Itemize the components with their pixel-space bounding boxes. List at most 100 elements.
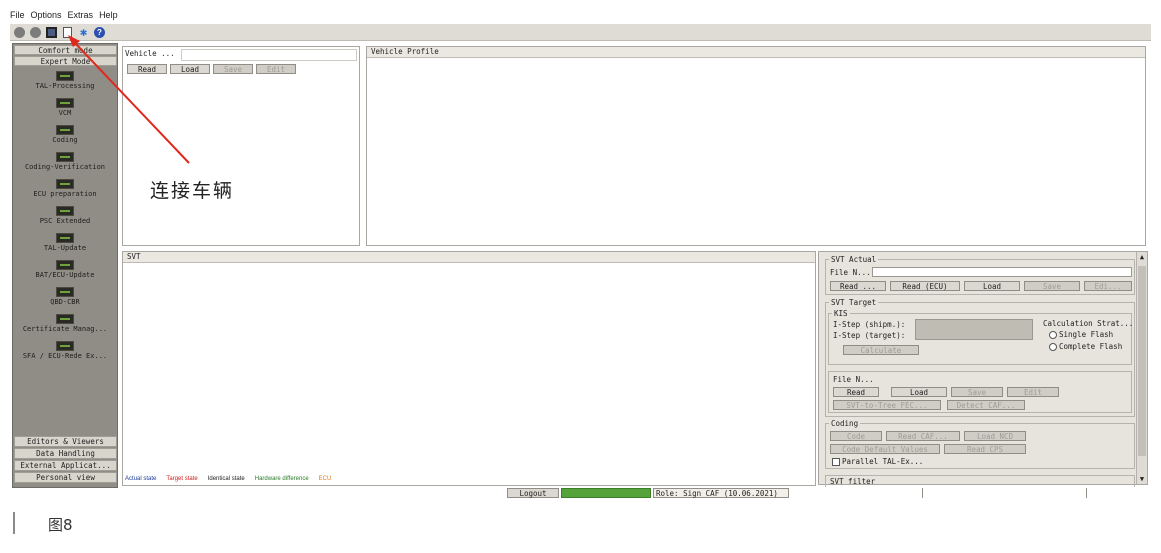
legend-identical-state: Identical state [207,476,245,482]
sidebar-item-certificate-management[interactable]: Certificate Manag... [13,314,117,333]
state-legend: Actual state Target state Identical stat… [125,476,331,482]
parallel-tal-checkbox[interactable] [832,458,840,466]
module-icon [56,233,74,243]
vehicle-read-button[interactable]: Read [127,64,167,74]
document-icon[interactable] [61,26,74,39]
menu-file[interactable]: File [10,10,25,24]
role-label: Role: Sign CAF (10.06.2021) [653,488,789,498]
right-panel-scrollbar[interactable]: ▲ ▼ [1136,252,1147,484]
svt-actual-read-button[interactable]: Read ... [830,281,886,291]
module-icon [56,341,74,351]
expert-mode-button[interactable]: Expert Mode [14,56,117,66]
complete-flash-radio[interactable] [1049,343,1057,351]
istep-field[interactable] [915,319,1033,340]
code-button[interactable]: Code [830,431,882,441]
svt-target-file-label: File N... [833,375,874,384]
svt-to-tree-button[interactable]: SVT-to-Tree FEC... [833,400,941,410]
parallel-tal-label: Parallel TAL-Ex... [842,457,924,466]
svt-actual-read-ecu-button[interactable]: Read (ECU) [890,281,960,291]
sidebar-item-coding[interactable]: Coding [13,125,117,144]
connect-vehicle-icon[interactable] [45,26,58,39]
sidebar-item-sfa-ecu[interactable]: SFA / ECU-Rede Ex... [13,341,117,360]
calculate-button[interactable]: Calculate [843,345,919,355]
sidebar-item-vcm[interactable]: VCM [13,98,117,117]
read-caf-button[interactable]: Read CAF... [886,431,960,441]
status-icon[interactable] [29,26,42,39]
sidebar-item-bat-ecu-update[interactable]: BAT/ECU-Update [13,260,117,279]
load-ncd-button[interactable]: Load NCD [964,431,1026,441]
star-icon[interactable]: ✱ [77,26,90,39]
vehicle-label: Vehicle ... [125,49,175,58]
legend-ecu: ECU [318,476,332,482]
status-bar: Logout Role: Sign CAF (10.06.2021) [10,488,1151,499]
menu-extras[interactable]: Extras [68,10,94,24]
status-divider [922,488,923,498]
svt-actual-edit-button[interactable]: Edi... [1084,281,1132,291]
svt-actual-file-label: File N... [830,268,871,277]
scroll-thumb[interactable] [1138,266,1146,456]
connection-status-indicator [561,488,651,498]
sidebar-item-tal-update[interactable]: TAL-Update [13,233,117,252]
svt-actual-save-button[interactable]: Save [1024,281,1080,291]
help-icon[interactable]: ? [93,26,106,39]
vehicle-profile-panel: Vehicle Profile [366,46,1146,246]
svt-filter-group: SVT filter [825,475,1135,487]
caption-mark [13,512,15,534]
editors-viewers-button[interactable]: Editors & Viewers [14,436,117,447]
module-icon [56,260,74,270]
personal-view-button[interactable]: Personal view [14,472,117,483]
svt-target-file-group: File N... Read Load Save Edit SVT-to-Tre… [828,371,1132,413]
svt-actual-file-field[interactable] [872,267,1132,277]
legend-target-state: Target state [166,476,198,482]
vehicle-profile-title: Vehicle Profile [367,47,1145,58]
svt-title: SVT [123,252,815,263]
istep-target-label: I-Step (target): [833,331,906,340]
kis-group: KIS I-Step (shipm.): I-Step (target): Ca… [828,309,1134,365]
sidebar-item-qbd-cbr[interactable]: QBD-CBR [13,287,117,306]
sidebar-item-coding-verification[interactable]: Coding-Verification [13,152,117,171]
menu-options[interactable]: Options [31,10,62,24]
module-icon [56,206,74,216]
scroll-up-icon[interactable]: ▲ [1137,252,1147,262]
sidebar-item-psc-extended[interactable]: PSC Extended [13,206,117,225]
svt-target-load-button[interactable]: Load [891,387,947,397]
kis-title: KIS [832,309,850,318]
svt-target-group: SVT Target KIS I-Step (shipm.): I-Step (… [825,298,1135,417]
svt-actual-group: SVT Actual File N... Read ... Read (ECU)… [825,255,1135,295]
single-flash-label: Single Flash [1059,330,1114,339]
svt-target-title: SVT Target [829,298,879,307]
module-icon [56,125,74,135]
svt-target-edit-button[interactable]: Edit [1007,387,1059,397]
menu-bar: File Options Extras Help [10,10,1150,24]
code-default-values-button[interactable]: Code Default Values [830,444,940,454]
data-handling-button[interactable]: Data Handling [14,448,117,459]
vehicle-field[interactable] [181,49,357,61]
sidebar-item-tal-processing[interactable]: TAL-Processing [13,71,117,90]
scroll-down-icon[interactable]: ▼ [1137,474,1147,484]
read-cps-button[interactable]: Read CPS [944,444,1026,454]
external-applications-button[interactable]: External Applicat... [14,460,117,471]
toolbar: ✱ ? [10,24,1151,41]
svt-target-save-button[interactable]: Save [951,387,1003,397]
status-divider [1086,488,1087,498]
module-icon [56,179,74,189]
detect-caf-button[interactable]: Detect CAF... [947,400,1025,410]
calculation-strategy-label: Calculation Strat... [1043,319,1134,328]
svt-filter-title: SVT filter [830,477,876,486]
vehicle-panel: Vehicle ... Read Load Save Edit [122,46,360,246]
svt-actual-title: SVT Actual [829,255,879,264]
connect-vehicle-annotation: 连接车辆 [150,180,235,202]
menu-help[interactable]: Help [99,10,118,24]
svt-actual-load-button[interactable]: Load [964,281,1020,291]
single-flash-radio[interactable] [1049,331,1057,339]
istep-shipm-label: I-Step (shipm.): [833,320,906,329]
logout-button[interactable]: Logout [507,488,559,498]
sidebar-item-ecu-preparation[interactable]: ECU preparation [13,179,117,198]
vehicle-save-button[interactable]: Save [213,64,253,74]
vehicle-load-button[interactable]: Load [170,64,210,74]
svt-target-read-button[interactable]: Read [833,387,879,397]
vehicle-edit-button[interactable]: Edit [256,64,296,74]
disconnect-icon[interactable] [13,26,26,39]
comfort-mode-button[interactable]: Comfort mode [14,45,117,55]
module-icon [56,152,74,162]
